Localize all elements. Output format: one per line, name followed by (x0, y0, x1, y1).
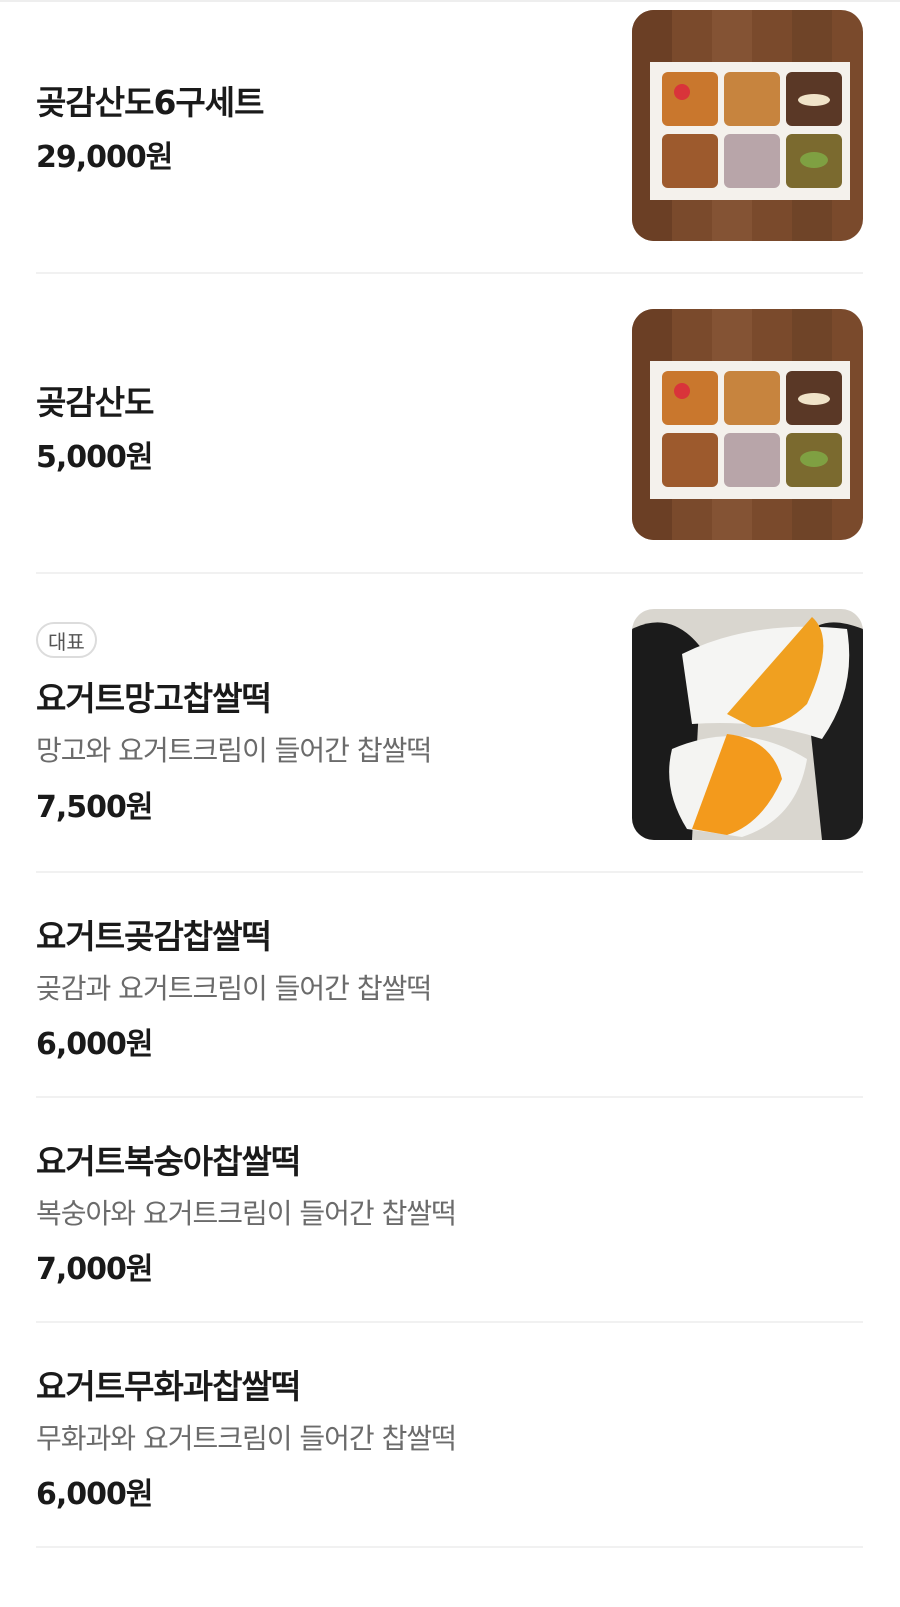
menu-item-price: 7,000원 (36, 1252, 153, 1287)
menu-item-image (632, 309, 863, 540)
menu-item-name: 요거트망고찹쌀떡 (36, 679, 272, 718)
menu-item-yogurt-fig-rice-cake[interactable]: 요거트무화과찹쌀떡 무화과와 요거트크림이 들어간 찹쌀떡 6,000원 (36, 1323, 863, 1546)
menu-item-price: 7,500원 (36, 790, 153, 825)
menu-item-name: 요거트곶감찹쌀떡 (36, 917, 272, 956)
menu-item-yogurt-peach-rice-cake[interactable]: 요거트복숭아찹쌀떡 복숭아와 요거트크림이 들어간 찹쌀떡 7,000원 (36, 1098, 863, 1321)
divider (36, 1546, 863, 1548)
menu-item-description: 무화과와 요거트크림이 들어간 찹쌀떡 (36, 1422, 457, 1455)
menu-item-sando-6-set[interactable]: 곶감산도6구세트 29,000원 (36, 0, 863, 272)
menu-item-yogurt-mango-rice-cake[interactable]: 대표 요거트망고찹쌀떡 망고와 요거트크림이 들어간 찹쌀떡 7,500원 (36, 574, 863, 871)
menu-item-name: 곶감산도6구세트 (36, 83, 264, 122)
menu-item-price: 6,000원 (36, 1477, 153, 1512)
representative-badge: 대표 (36, 622, 97, 658)
menu-item-name: 곶감산도 (36, 383, 154, 422)
menu-item-sando[interactable]: 곶감산도 5,000원 (36, 274, 863, 572)
menu-item-price: 5,000원 (36, 440, 153, 475)
menu-item-description: 복숭아와 요거트크림이 들어간 찹쌀떡 (36, 1197, 457, 1230)
menu-item-price: 6,000원 (36, 1027, 153, 1062)
menu-item-description: 곶감과 요거트크림이 들어간 찹쌀떡 (36, 972, 432, 1005)
menu-item-yogurt-persimmon-rice-cake[interactable]: 요거트곶감찹쌀떡 곶감과 요거트크림이 들어간 찹쌀떡 6,000원 (36, 873, 863, 1096)
menu-item-image (632, 609, 863, 840)
menu-item-image (632, 10, 863, 241)
menu-item-name: 요거트복숭아찹쌀떡 (36, 1142, 301, 1181)
menu-item-price: 29,000원 (36, 140, 173, 175)
menu-item-name: 요거트무화과찹쌀떡 (36, 1367, 301, 1406)
menu-item-description: 망고와 요거트크림이 들어간 찹쌀떡 (36, 734, 432, 767)
